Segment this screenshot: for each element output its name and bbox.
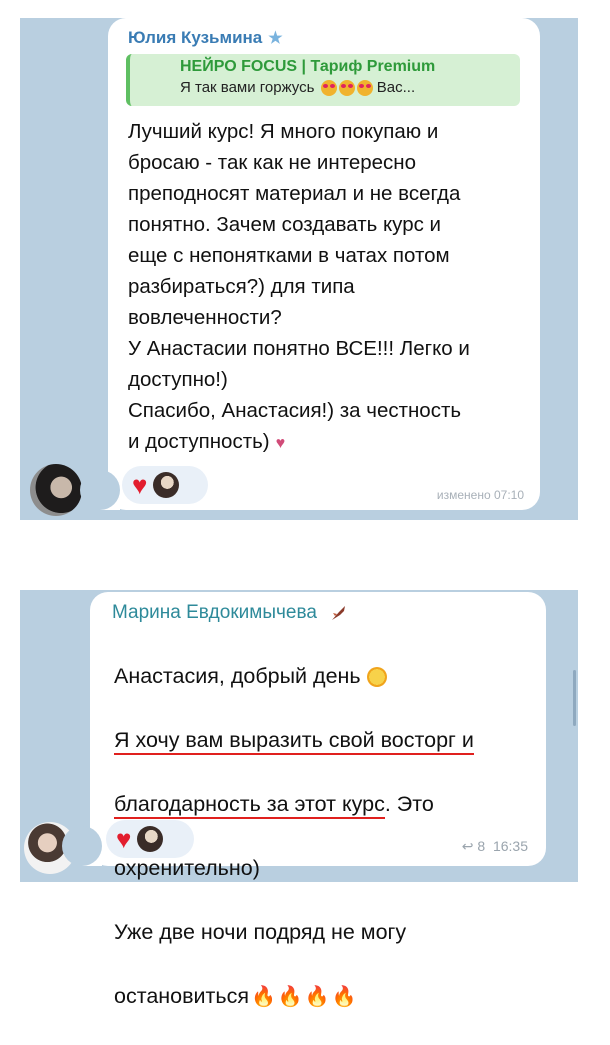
avatar[interactable]	[30, 464, 82, 516]
fire-emoji-icon: 🔥	[277, 986, 303, 1008]
reply-arrow-icon: ↩	[461, 838, 474, 854]
star-icon: ★	[268, 30, 283, 47]
message-bubble[interactable]: Марина Евдокимычева Анастасия, добрый де…	[62, 592, 546, 1008]
bubble-tail	[62, 826, 102, 866]
message-text-part: . Это	[384, 792, 434, 816]
sender-name[interactable]: Юлия Кузьмина ★	[128, 28, 283, 48]
sun-emoji-icon	[366, 667, 387, 688]
quill-icon	[332, 605, 346, 620]
underlined-text: благодарность за этот курс	[114, 792, 385, 819]
message-line: Уже две ночи подряд не могу	[114, 920, 407, 944]
sender-name-text: Юлия Кузьмина	[128, 28, 263, 47]
bubble-tail	[80, 470, 120, 510]
message-time: изменено 07:10	[436, 488, 524, 502]
greeting-text: Анастасия, добрый день	[114, 664, 361, 688]
reply-preview[interactable]: НЕЙРО FOCUS | Тариф Premium Я так вами г…	[126, 54, 520, 106]
sender-name-text: Марина Евдокимычева	[112, 602, 317, 623]
underlined-text: Я хочу вам выразить свой восторг и	[114, 728, 474, 755]
message-body: Лучший курс! Я много покупаю и бросаю - …	[128, 120, 470, 453]
message-bubble[interactable]: Юлия Кузьмина ★ НЕЙРО FOCUS | Тариф Premi…	[80, 18, 540, 510]
message-meta: ↩ 8 16:35	[462, 838, 528, 855]
heart-reaction-icon: ♥	[116, 824, 132, 854]
views-count: 8	[477, 838, 486, 854]
heart-eyes-emoji-icon	[320, 80, 337, 97]
reaction-chip[interactable]: ♥	[106, 820, 194, 858]
heart-icon: ♥	[275, 435, 286, 452]
message-time: 16:35	[492, 838, 528, 854]
reply-title: НЕЙРО FOCUS | Тариф Premium	[180, 58, 436, 75]
heart-reaction-icon: ♥	[132, 470, 148, 500]
scrollbar[interactable]	[573, 670, 576, 726]
fire-emoji-icon: 🔥	[331, 986, 357, 1008]
heart-eyes-emoji-icon	[356, 80, 373, 97]
chat-screenshot-2: Марина Евдокимычева Анастасия, добрый де…	[20, 590, 578, 1008]
message-line: благодарность за этот курс. Это	[114, 788, 534, 820]
reaction-chip[interactable]: ♥	[122, 466, 208, 504]
sender-name[interactable]: Марина Евдокимычева	[112, 602, 348, 624]
message-text: Лучший курс! Я много покупаю и бросаю - …	[128, 116, 528, 459]
message-line: Анастасия, добрый день	[114, 660, 534, 692]
reply-text-content: Я так вами горжусь	[180, 79, 315, 96]
reply-text: Я так вами горжусь Вас...	[180, 79, 520, 97]
message-line: Я хочу вам выразить свой восторг и	[114, 724, 534, 756]
fire-emoji-icon: 🔥	[250, 986, 276, 1008]
reactor-avatar	[153, 472, 180, 498]
message-line: остановиться 🔥 🔥 🔥 🔥	[114, 980, 534, 1013]
fire-emoji-icon: 🔥	[304, 986, 330, 1008]
chat-screenshot-1: Юлия Кузьмина ★ НЕЙРО FOCUS | Тариф Premi…	[20, 18, 578, 520]
heart-eyes-emoji-icon	[338, 80, 355, 97]
reply-more: Вас...	[376, 79, 416, 96]
message-text-part: остановиться	[114, 984, 249, 1008]
reactor-avatar	[137, 826, 164, 852]
